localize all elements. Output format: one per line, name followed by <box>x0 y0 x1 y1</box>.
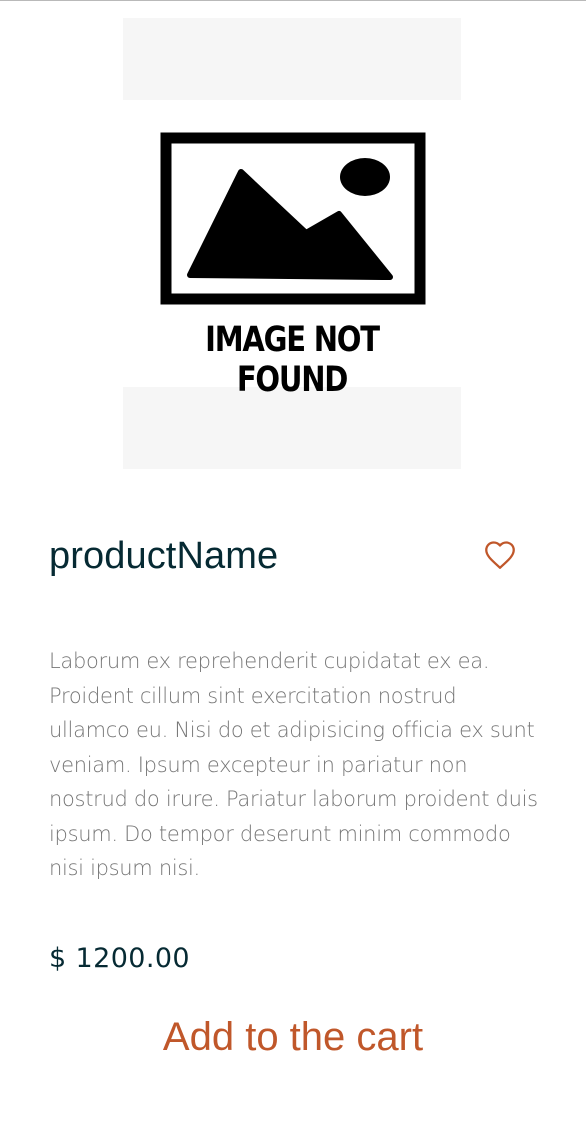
add-to-cart-button[interactable]: Add to the cart <box>0 1010 586 1064</box>
product-price: $ 1200.00 <box>49 943 191 974</box>
image-not-found-label: IMAGE NOT FOUND <box>205 320 380 400</box>
product-description: Laborum ex reprehenderit cupidatat ex ea… <box>49 649 538 880</box>
top-divider <box>0 0 586 1</box>
heart-outline-icon <box>485 541 515 569</box>
favorite-button[interactable] <box>483 539 517 573</box>
product-image: IMAGE NOT FOUND <box>123 18 461 469</box>
product-name: productName <box>49 535 279 577</box>
image-not-found-icon <box>160 132 426 305</box>
